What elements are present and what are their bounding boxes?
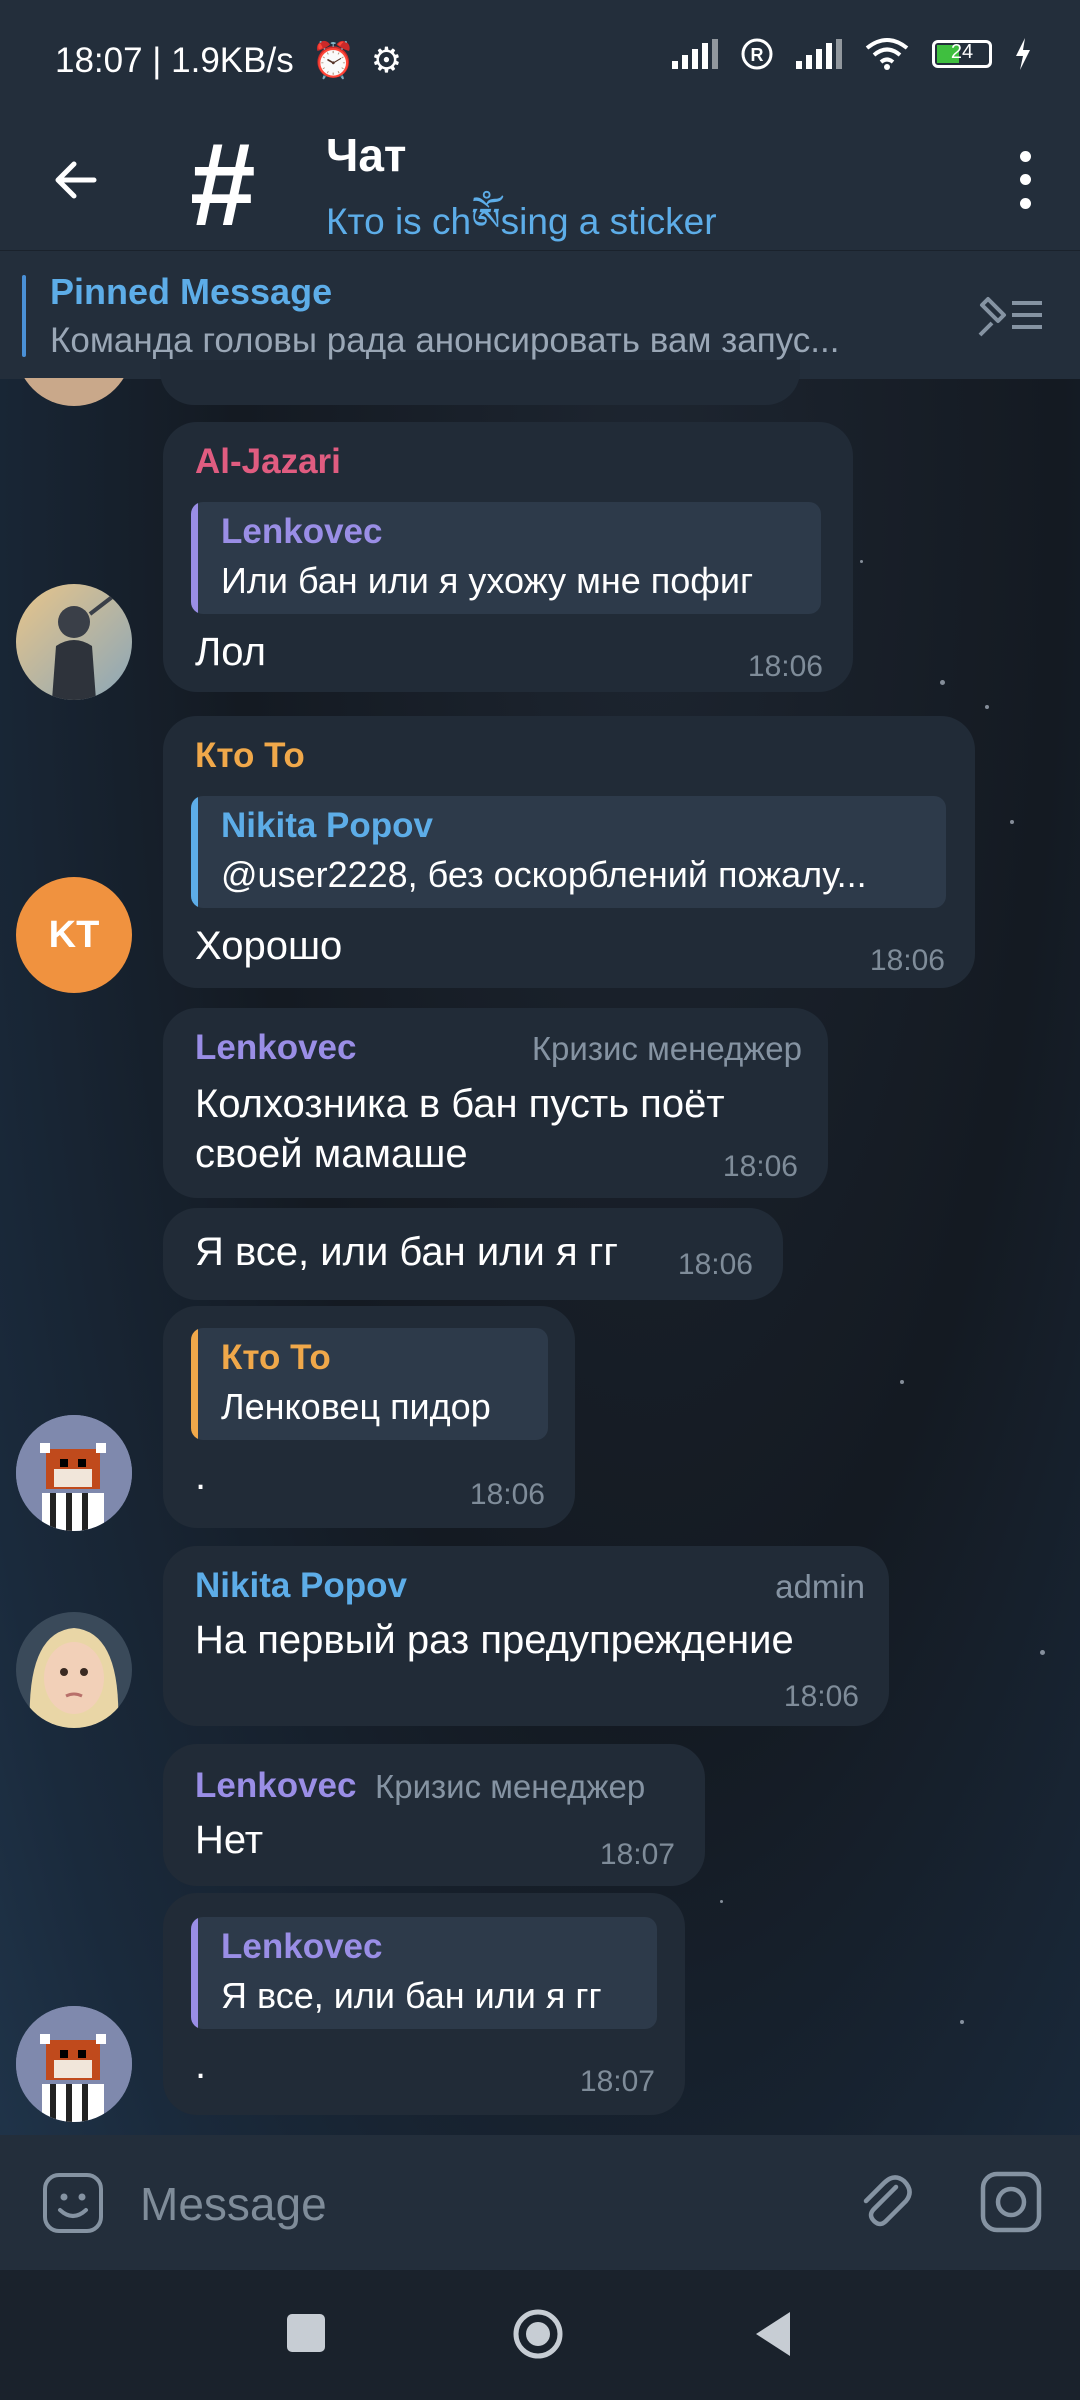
- reply-name: Lenkovec: [221, 512, 383, 551]
- reply-bar: [191, 796, 198, 908]
- message-time: 18:07: [599, 1838, 675, 1871]
- message-text-line: Колхозника в бан пусть поёт: [195, 1082, 725, 1126]
- svg-text:R: R: [751, 45, 764, 65]
- chat-title[interactable]: Чат: [326, 128, 406, 182]
- reply-name: Nikita Popov: [221, 806, 433, 845]
- menu-dots-icon[interactable]: [1010, 145, 1040, 215]
- reply-text: @user2228, без оскорблений пожалу...: [221, 854, 867, 895]
- message-composer: [0, 2135, 1080, 2270]
- avatar-cow-image: [16, 2006, 132, 2122]
- message-time: 18:06: [469, 1478, 545, 1511]
- background-star: [900, 1380, 904, 1384]
- sender-rank: Кризис менеджер: [375, 1768, 646, 1805]
- message-text: На первый раз предупреждение: [195, 1618, 794, 1662]
- system-nav-bar: [0, 2270, 1080, 2400]
- message-time: 18:06: [722, 1150, 798, 1183]
- sender-rank: admin: [775, 1568, 865, 1605]
- chat-header: # Чат Кто is chༀsing a sticker: [0, 120, 1080, 250]
- reply-text: Я все, или бан или я гг: [221, 1975, 602, 2016]
- battery-icon: 24: [932, 40, 992, 68]
- pinned-title: Pinned Message: [50, 271, 333, 312]
- message-time: 18:06: [869, 944, 945, 977]
- sender-name[interactable]: Lenkovec: [195, 1766, 356, 1806]
- avatar[interactable]: [16, 584, 132, 700]
- avatar-initials[interactable]: KT: [16, 877, 132, 993]
- message-text: .: [195, 2043, 207, 2087]
- sender-name[interactable]: Al-Jazari: [195, 442, 341, 482]
- reply-bar: [191, 1917, 198, 2029]
- message-bubble-partial[interactable]: [160, 360, 800, 405]
- background-star: [1010, 820, 1014, 824]
- back-arrow-icon[interactable]: [46, 150, 106, 210]
- message-bubble[interactable]: Al-Jazari Lenkovec Или бан или я ухожу м…: [163, 422, 853, 692]
- charging-icon: [1016, 38, 1030, 70]
- message-time: 18:06: [747, 650, 823, 683]
- wifi-icon: [865, 38, 909, 70]
- reply-text: Или бан или я ухожу мне пофиг: [221, 560, 754, 601]
- nav-recents-icon[interactable]: [287, 2314, 325, 2352]
- pinned-indicator: [22, 275, 26, 357]
- settings-icon: ⚙: [370, 41, 403, 80]
- unpin-list-icon[interactable]: [974, 289, 1046, 341]
- message-text: Хорошо: [195, 924, 343, 968]
- avatar[interactable]: [16, 1612, 132, 1728]
- avatar[interactable]: [16, 2006, 132, 2122]
- message-bubble[interactable]: Nikita Popov admin На первый раз предупр…: [163, 1546, 889, 1726]
- emoji-icon[interactable]: [40, 2170, 106, 2236]
- message-time: 18:07: [579, 2065, 655, 2098]
- camera-icon[interactable]: [978, 2169, 1044, 2235]
- avatar[interactable]: [16, 1415, 132, 1531]
- message-text: Я все, или бан или я гг: [195, 1230, 618, 1274]
- sender-name[interactable]: Nikita Popov: [195, 1566, 407, 1606]
- chat-avatar-hash[interactable]: #: [190, 120, 256, 250]
- message-text: .: [195, 1454, 207, 1498]
- background-star: [1040, 1650, 1045, 1655]
- signal-icon-2: [796, 39, 842, 69]
- message-bubble[interactable]: Lenkovec Я все, или бан или я гг . 18:07: [163, 1893, 685, 2115]
- status-bar: 18:07 | 1.9KB/s ⏰ ⚙ R 24: [0, 0, 1080, 120]
- roaming-icon: R: [741, 38, 773, 70]
- sender-name[interactable]: Lenkovec: [195, 1028, 356, 1068]
- nav-back-icon[interactable]: [752, 2308, 794, 2360]
- alarm-icon: ⏰: [311, 41, 356, 80]
- background-star: [860, 560, 863, 563]
- reply-name: Lenkovec: [221, 1927, 383, 1966]
- message-text: Нет: [195, 1818, 264, 1862]
- reply-name: Кто То: [221, 1338, 331, 1377]
- reply-preview[interactable]: Кто То Ленковец пидор: [191, 1328, 548, 1440]
- reply-bar: [191, 502, 198, 614]
- message-text: Лол: [195, 630, 266, 674]
- background-star: [940, 680, 945, 685]
- reply-bar: [191, 1328, 198, 1440]
- reply-text: Ленковец пидор: [221, 1386, 491, 1427]
- sender-name[interactable]: Кто То: [195, 736, 305, 776]
- sender-rank: Кризис менеджер: [531, 1030, 802, 1067]
- background-star: [960, 2020, 964, 2024]
- reply-preview[interactable]: Nikita Popov @user2228, без оскорблений …: [191, 796, 946, 908]
- message-bubble[interactable]: Я все, или бан или я гг 18:06: [163, 1208, 783, 1300]
- avatar-child-image: [16, 1612, 132, 1728]
- reply-preview[interactable]: Lenkovec Я все, или бан или я гг: [191, 1917, 657, 2029]
- reply-preview[interactable]: Lenkovec Или бан или я ухожу мне пофиг: [191, 502, 821, 614]
- nav-home-icon[interactable]: [512, 2308, 564, 2360]
- message-bubble[interactable]: Lenkovec Кризис менеджер Нет 18:07: [163, 1744, 705, 1886]
- status-icons: R 24: [672, 36, 1032, 72]
- background-star: [720, 1900, 723, 1903]
- message-input[interactable]: [138, 2165, 822, 2243]
- status-time: 18:07 | 1.9KB/s ⏰ ⚙: [55, 41, 403, 80]
- avatar-cow-image: [16, 1415, 132, 1531]
- signal-icon: [672, 39, 718, 69]
- message-bubble[interactable]: Lenkovec Кризис менеджер Колхозника в ба…: [163, 1008, 828, 1198]
- message-bubble[interactable]: Кто То Ленковец пидор . 18:06: [163, 1306, 575, 1528]
- message-time: 18:06: [783, 1680, 859, 1713]
- message-bubble[interactable]: Кто То Nikita Popov @user2228, без оскор…: [163, 716, 975, 988]
- message-time: 18:06: [677, 1248, 753, 1281]
- message-text-line: своей мамаше: [195, 1132, 468, 1176]
- pinned-text: Команда головы рада анонсировать вам зап…: [50, 321, 840, 360]
- background-star: [985, 705, 989, 709]
- attach-icon[interactable]: [852, 2169, 918, 2235]
- avatar-knight-image: [16, 584, 132, 700]
